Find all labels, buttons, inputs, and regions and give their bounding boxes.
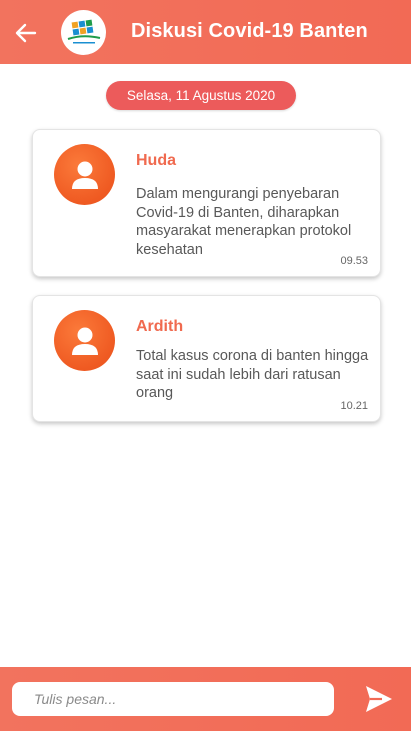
message-input[interactable] bbox=[12, 682, 334, 716]
send-icon bbox=[366, 686, 392, 712]
date-separator: Selasa, 11 Agustus 2020 bbox=[106, 81, 296, 110]
message-time: 09.53 bbox=[340, 255, 368, 267]
message-composer bbox=[0, 667, 411, 731]
back-button[interactable] bbox=[10, 17, 42, 49]
message-card: Huda Dalam mengurangi penyebaran Covid-1… bbox=[32, 129, 381, 277]
sender-name: Ardith bbox=[136, 318, 184, 335]
message-time: 10.21 bbox=[340, 400, 368, 412]
message-card: Ardith Total kasus corona di banten hing… bbox=[32, 295, 381, 422]
message-text: Dalam mengurangi penyebaran Covid-19 di … bbox=[136, 186, 352, 258]
user-icon bbox=[71, 327, 98, 355]
send-button[interactable] bbox=[362, 682, 396, 716]
arrow-left-icon bbox=[15, 23, 37, 43]
message-text: Total kasus corona di banten hingga saat… bbox=[136, 348, 369, 401]
sender-name: Huda bbox=[136, 152, 176, 169]
app-bar: Diskusi Covid-19 Banten bbox=[0, 0, 411, 64]
user-icon bbox=[71, 161, 98, 189]
page-title: Diskusi Covid-19 Banten bbox=[131, 20, 368, 42]
avatar bbox=[54, 144, 115, 205]
avatar bbox=[54, 310, 115, 371]
organization-logo bbox=[61, 10, 106, 55]
